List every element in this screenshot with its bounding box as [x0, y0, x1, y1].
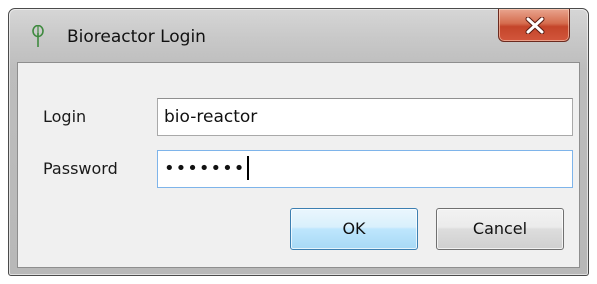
login-input[interactable]: bio-reactor [157, 98, 573, 136]
login-label: Login [43, 107, 87, 126]
window-title: Bioreactor Login [67, 27, 206, 47]
title-bar[interactable]: Bioreactor Login [9, 9, 588, 63]
login-dialog-window: Bioreactor Login Login bio-reactor Passw… [8, 8, 589, 276]
login-input-value: bio-reactor [164, 107, 258, 127]
ok-button[interactable]: OK [290, 208, 418, 250]
password-input[interactable]: ••••••• [157, 150, 573, 188]
bioreactor-app-icon [31, 24, 45, 47]
cancel-button[interactable]: Cancel [436, 208, 564, 250]
text-caret [247, 155, 250, 180]
close-icon [525, 17, 545, 34]
dialog-body: Login bio-reactor Password ••••••• OK Ca… [17, 62, 580, 268]
close-button[interactable] [498, 9, 570, 42]
password-label: Password [43, 159, 118, 178]
password-masked-value: ••••••• [164, 158, 246, 179]
